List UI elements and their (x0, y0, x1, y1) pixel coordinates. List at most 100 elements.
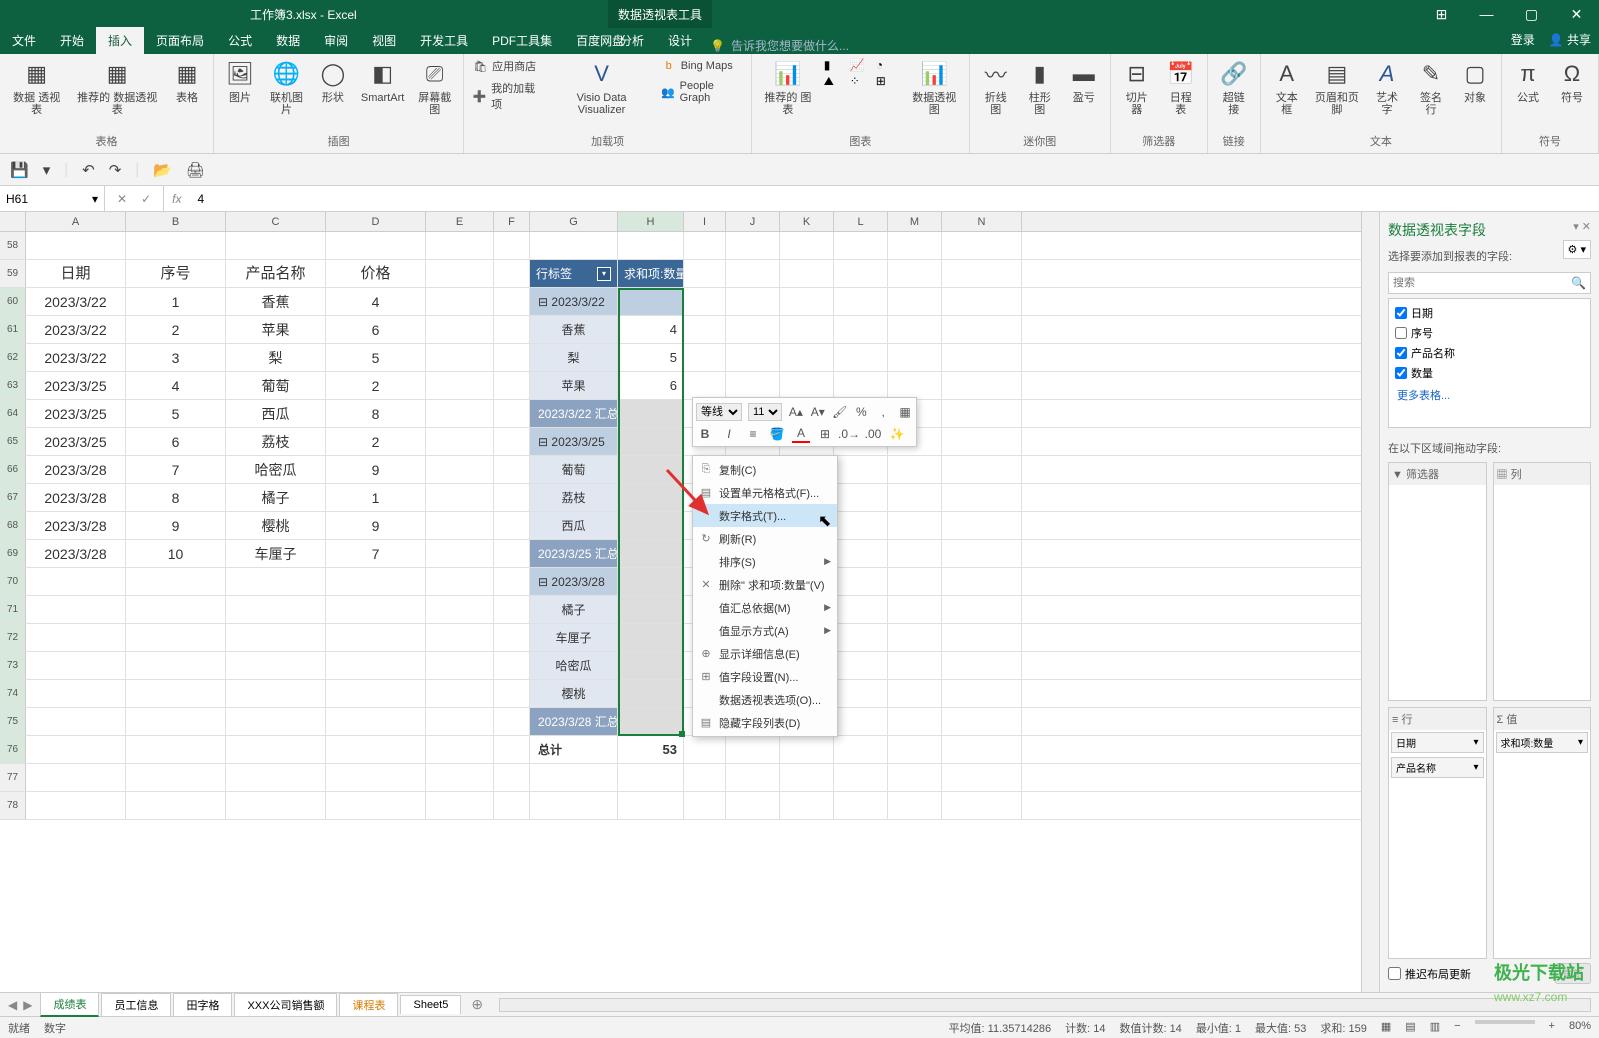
cell[interactable] (26, 596, 126, 623)
view-break-icon[interactable]: ▥ (1430, 1020, 1440, 1036)
cell[interactable] (888, 260, 942, 287)
cell[interactable]: 橘子 (530, 596, 618, 623)
cell[interactable] (834, 372, 888, 399)
cell[interactable] (942, 652, 1022, 679)
cell[interactable]: 香蕉 (530, 316, 618, 343)
cell[interactable] (26, 736, 126, 763)
menu-number-format[interactable]: 数字格式(T)... (693, 504, 837, 527)
cell[interactable]: 2023/3/22 (26, 316, 126, 343)
col-header-B[interactable]: B (126, 212, 226, 231)
cell[interactable] (684, 232, 726, 259)
cell[interactable]: 53 (618, 736, 684, 763)
sparkline-winloss-button[interactable]: ▬盈亏 (1064, 56, 1104, 106)
shapes-button[interactable]: ◯形状 (313, 56, 353, 106)
cell[interactable] (494, 400, 530, 427)
tell-me[interactable]: 💡告诉我您想要做什么... (710, 37, 849, 54)
cell[interactable] (726, 736, 780, 763)
cell[interactable] (780, 260, 834, 287)
formula-value[interactable]: 4 (189, 192, 212, 206)
cell[interactable] (494, 736, 530, 763)
cell[interactable] (618, 400, 684, 427)
dec-decimal-icon[interactable]: .00 (864, 425, 882, 443)
menu-show-detail[interactable]: ⊕显示详细信息(E) (693, 642, 837, 665)
view-normal-icon[interactable]: ▦ (1381, 1020, 1391, 1036)
row-header[interactable]: 72 (0, 624, 26, 651)
cell[interactable] (942, 792, 1022, 819)
filters-box[interactable]: ▼ 筛选器 (1388, 462, 1487, 701)
cell[interactable] (684, 372, 726, 399)
col-header-C[interactable]: C (226, 212, 326, 231)
cell[interactable] (726, 316, 780, 343)
cell[interactable] (426, 372, 494, 399)
cell[interactable] (26, 680, 126, 707)
cell[interactable] (726, 764, 780, 791)
cell[interactable] (834, 260, 888, 287)
cell[interactable] (888, 288, 942, 315)
row-header[interactable]: 60 (0, 288, 26, 315)
cell[interactable] (942, 708, 1022, 735)
cell[interactable] (126, 708, 226, 735)
cell[interactable] (226, 708, 326, 735)
values-box[interactable]: Σ 值 求和项:数量▾ (1493, 707, 1592, 960)
cell[interactable]: 西瓜 (226, 400, 326, 427)
cell[interactable]: 价格 (326, 260, 426, 287)
cell[interactable] (26, 708, 126, 735)
cell[interactable]: 9 (326, 512, 426, 539)
cell[interactable] (684, 736, 726, 763)
cell[interactable] (494, 708, 530, 735)
cell[interactable]: 荔枝 (226, 428, 326, 455)
cell[interactable] (618, 680, 684, 707)
cell[interactable] (942, 764, 1022, 791)
field-product[interactable]: 产品名称 (1393, 343, 1586, 363)
cell[interactable] (426, 568, 494, 595)
menu-refresh[interactable]: ↻刷新(R) (693, 527, 837, 550)
cell[interactable] (494, 484, 530, 511)
recommended-pivot-button[interactable]: ▦推荐的 数据透视表 (71, 56, 163, 118)
row-pill-date[interactable]: 日期▾ (1391, 732, 1484, 753)
cell[interactable] (26, 792, 126, 819)
cell[interactable]: 7 (126, 456, 226, 483)
more-tables-link[interactable]: 更多表格... (1393, 383, 1586, 407)
cell[interactable] (888, 624, 942, 651)
cell[interactable] (942, 316, 1022, 343)
cell[interactable] (888, 512, 942, 539)
cell[interactable] (618, 708, 684, 735)
cell[interactable] (326, 736, 426, 763)
cell[interactable]: 日期 (26, 260, 126, 287)
cell[interactable]: 梨 (226, 344, 326, 371)
cell[interactable] (426, 316, 494, 343)
cell[interactable] (834, 792, 888, 819)
cell[interactable] (126, 736, 226, 763)
menu-show-as[interactable]: 值显示方式(A)▶ (693, 619, 837, 642)
cell[interactable] (618, 512, 684, 539)
cell[interactable]: 9 (326, 456, 426, 483)
cell[interactable] (618, 652, 684, 679)
cell[interactable] (426, 400, 494, 427)
cell[interactable] (494, 680, 530, 707)
wordart-button[interactable]: A艺术字 (1367, 56, 1407, 118)
row-pill-product[interactable]: 产品名称▾ (1391, 757, 1484, 778)
save-icon[interactable]: 💾 (10, 161, 29, 179)
cell[interactable] (494, 624, 530, 651)
tab-pdf[interactable]: PDF工具集 (480, 27, 564, 54)
cell[interactable]: 2023/3/25 汇总 (530, 540, 618, 567)
font-select[interactable]: 等线 (696, 403, 742, 421)
zoom-out-icon[interactable]: − (1454, 1020, 1460, 1036)
align-icon[interactable]: ≡ (744, 425, 762, 443)
cell[interactable]: 2023/3/28 (26, 540, 126, 567)
cell[interactable] (126, 680, 226, 707)
cell[interactable] (618, 540, 684, 567)
col-header-L[interactable]: L (834, 212, 888, 231)
cell[interactable] (618, 568, 684, 595)
cell[interactable]: ⊟ 2023/3/22 (530, 288, 618, 315)
cell[interactable] (780, 316, 834, 343)
cell[interactable]: 8 (126, 484, 226, 511)
sheet-tab-2[interactable]: 员工信息 (101, 993, 171, 1016)
table-button[interactable]: ▦表格 (167, 56, 207, 106)
font-color-icon[interactable]: A (792, 425, 810, 443)
cell[interactable] (834, 624, 888, 651)
row-header[interactable]: 67 (0, 484, 26, 511)
fx-icon[interactable]: fx (164, 192, 189, 206)
cell[interactable] (26, 232, 126, 259)
cell[interactable] (494, 232, 530, 259)
